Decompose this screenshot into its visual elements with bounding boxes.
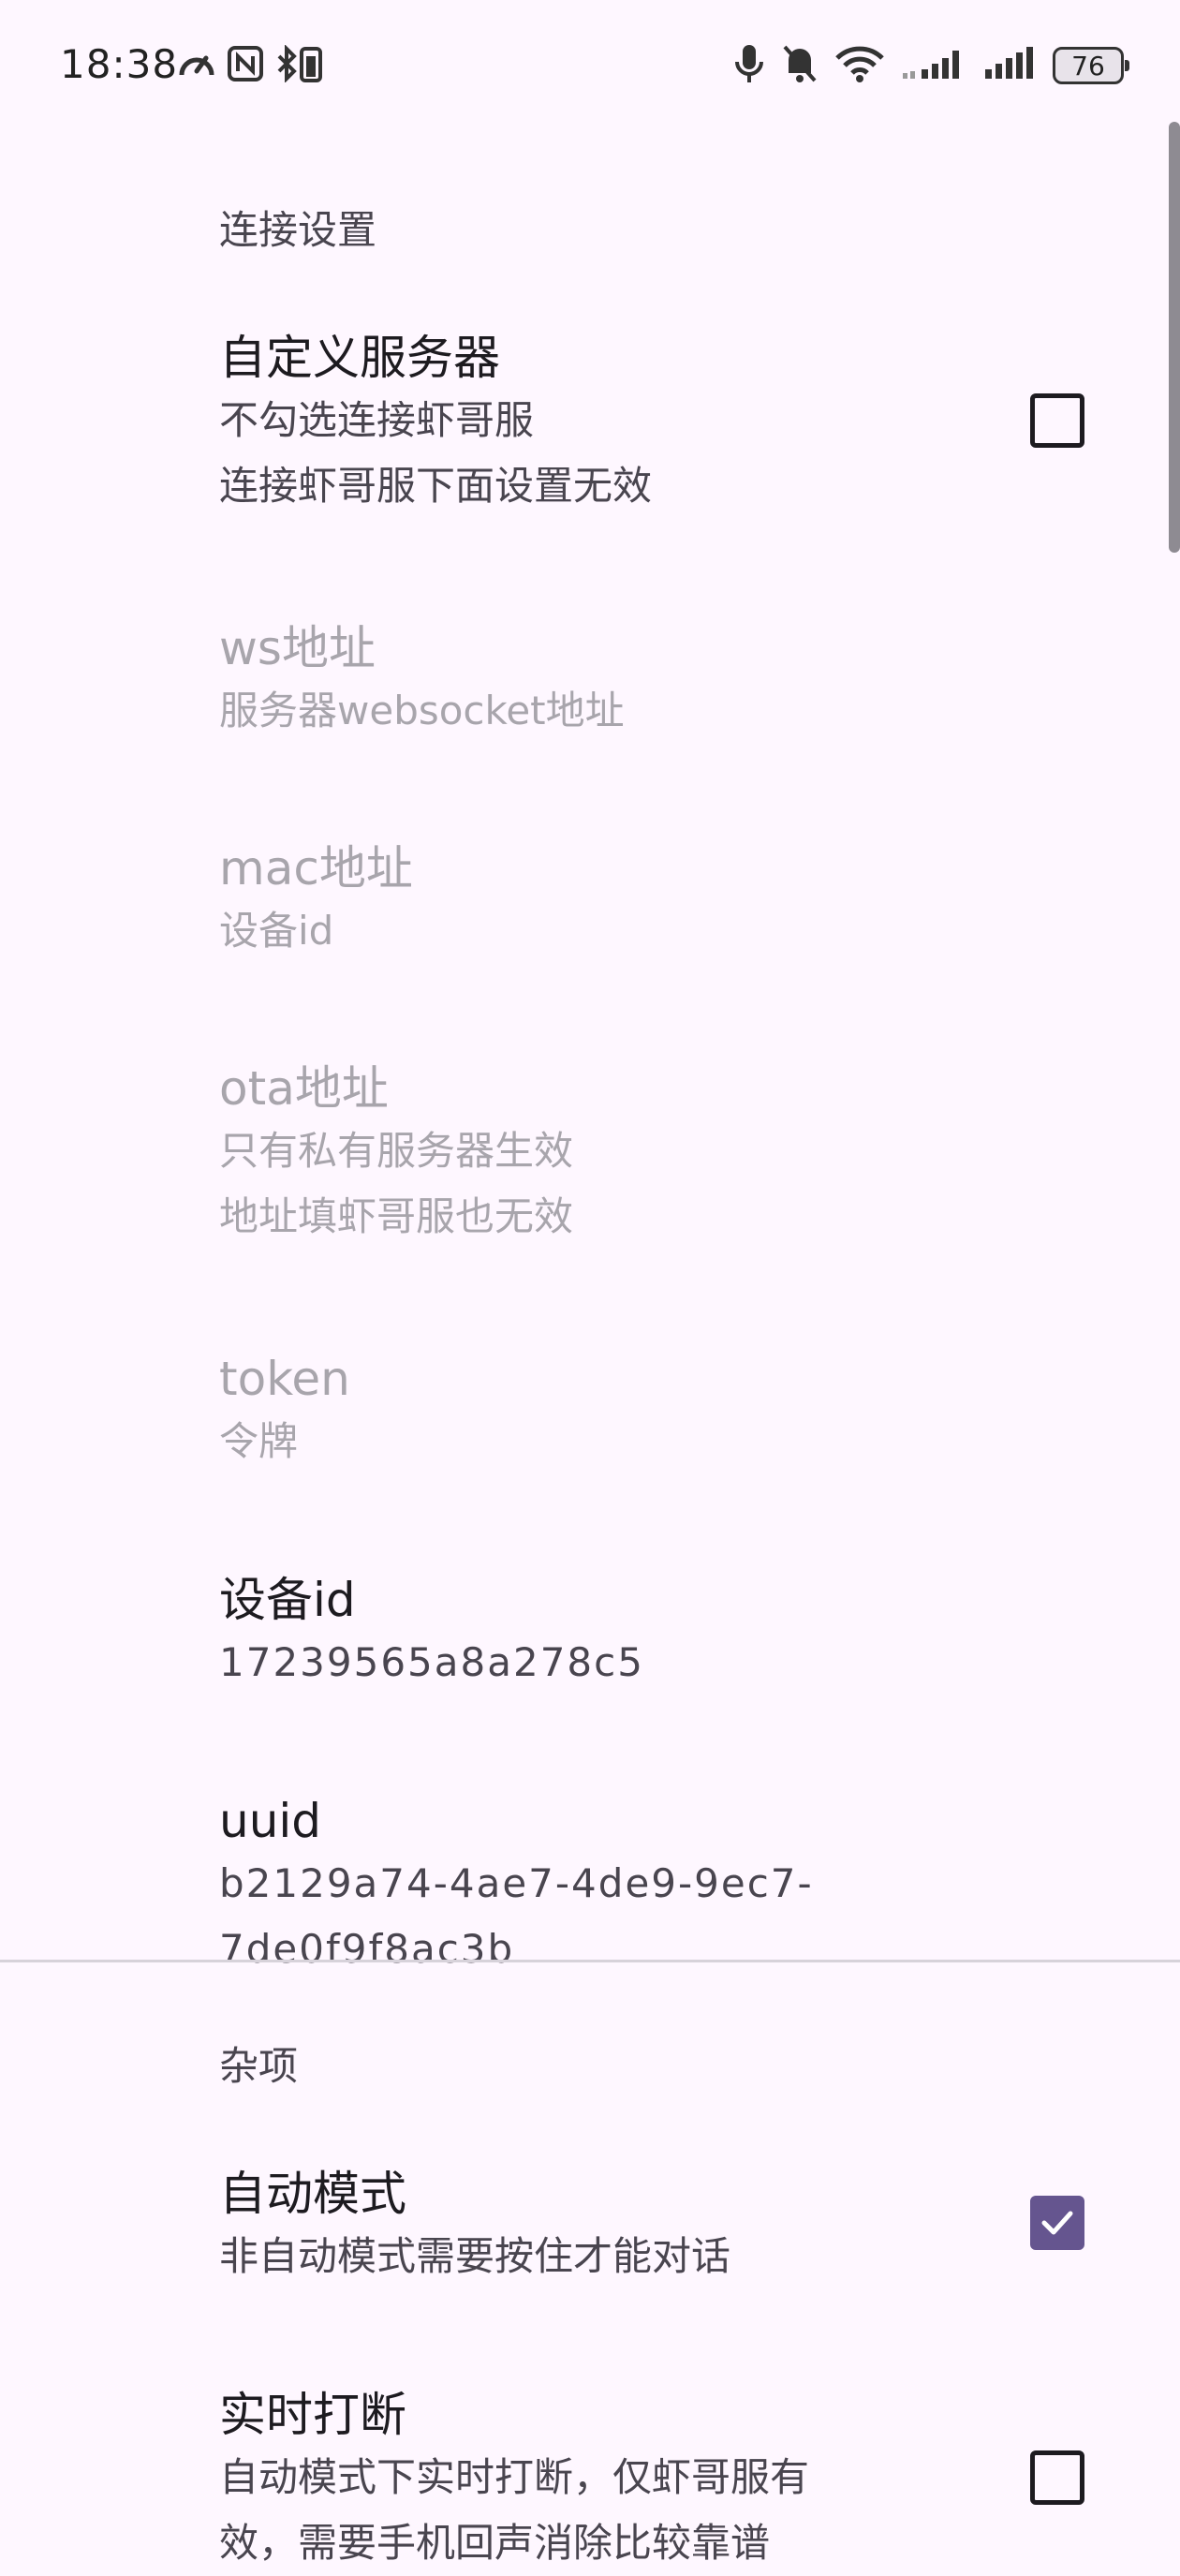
category-misc-title: 杂项 — [219, 2043, 299, 2089]
status-right-icons: 76 — [734, 43, 1129, 88]
pref-summary: 不勾选连接虾哥服 连接虾哥服下面设置无效 — [219, 397, 653, 509]
bell-off-icon — [781, 43, 819, 88]
pref-title: 自定义服务器 — [219, 331, 500, 385]
pref-uuid[interactable]: uuid b2129a74-4ae7-4de9-9ec7-7de0f9f8ac3… — [219, 1791, 968, 1982]
status-time: 18:38 — [60, 41, 179, 87]
pref-title: ws地址 — [219, 621, 376, 675]
nfc-icon — [227, 45, 264, 86]
pref-summary: b2129a74-4ae7-4de9-9ec7-7de0f9f8ac3b — [219, 1860, 814, 1972]
category-connection-title: 连接设置 — [219, 207, 377, 253]
pref-ws-address: ws地址 服务器websocket地址 — [219, 618, 968, 744]
category-divider — [0, 1960, 1180, 1962]
pref-mac-address: mac地址 设备id — [219, 838, 968, 964]
checkmark-icon — [1041, 2211, 1073, 2235]
battery-indicator: 76 — [1053, 47, 1129, 84]
pref-summary: 只有私有服务器生效 地址填虾哥服也无效 — [219, 1128, 574, 1239]
wifi-icon — [835, 45, 884, 86]
pref-summary: 非自动模式需要按住才能对话 — [219, 2233, 731, 2279]
custom-server-checkbox[interactable] — [1030, 393, 1084, 448]
pref-title: mac地址 — [219, 841, 413, 896]
pref-title: 实时打断 — [219, 2388, 406, 2442]
pref-ota-address: ota地址 只有私有服务器生效 地址填虾哥服也无效 — [219, 1059, 968, 1250]
scrollbar[interactable] — [1169, 122, 1180, 553]
pref-title: 自动模式 — [219, 2167, 406, 2221]
pref-auto-mode[interactable]: 自动模式 非自动模式需要按住才能对话 — [219, 2164, 968, 2289]
pref-summary: 设备id — [219, 908, 334, 954]
pref-summary: 17239565a8a278c5 — [219, 1639, 644, 1685]
status-left-icons — [176, 44, 326, 86]
speedometer-icon — [176, 45, 217, 86]
auto-mode-checkbox[interactable] — [1030, 2196, 1084, 2250]
pref-device-id[interactable]: 设备id 17239565a8a278c5 — [219, 1570, 968, 1695]
bluetooth-battery-icon — [273, 44, 326, 86]
signal-icon-sim1 — [901, 45, 966, 86]
pref-token: token 令牌 — [219, 1349, 968, 1474]
status-bar: 18:38 76 — [0, 0, 1180, 131]
pref-title: uuid — [219, 1794, 322, 1848]
microphone-icon — [734, 43, 764, 88]
pref-title: token — [219, 1352, 350, 1406]
pref-summary: 自动模式下实时打断，仅虾哥服有 效，需要手机回声消除比较靠谱 — [219, 2454, 810, 2566]
realtime-interrupt-checkbox[interactable] — [1030, 2450, 1084, 2505]
pref-custom-server[interactable]: 自定义服务器 不勾选连接虾哥服 连接虾哥服下面设置无效 — [219, 328, 968, 519]
signal-icon-sim2 — [983, 45, 1036, 86]
pref-title: ota地址 — [219, 1061, 389, 1116]
pref-realtime-interrupt[interactable]: 实时打断 自动模式下实时打断，仅虾哥服有 效，需要手机回声消除比较靠谱 — [219, 2385, 968, 2576]
pref-summary: 令牌 — [219, 1418, 299, 1464]
pref-title: 设备id — [219, 1573, 356, 1627]
pref-summary: 服务器websocket地址 — [219, 688, 625, 733]
